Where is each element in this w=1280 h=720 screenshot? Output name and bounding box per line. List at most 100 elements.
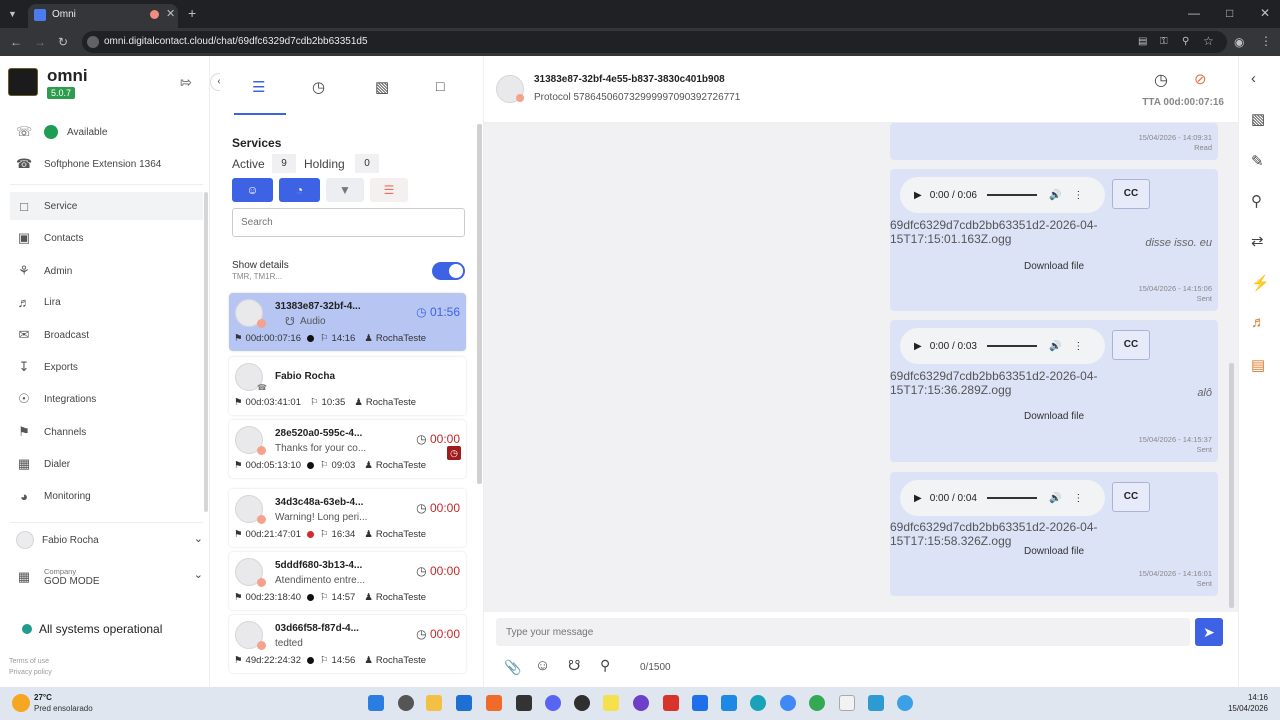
user-menu[interactable]: Fabio Rocha ⌄ <box>10 526 203 554</box>
lira-icon[interactable]: ♬ <box>1251 314 1266 331</box>
emoji-icon[interactable]: ☺ <box>535 657 550 674</box>
microphone-icon[interactable]: ☋ <box>568 657 580 674</box>
filter-menu-button[interactable]: ☰ <box>370 178 408 202</box>
app-taskbar-icon[interactable] <box>486 695 502 711</box>
nav-item-service[interactable]: □ Service <box>10 192 203 220</box>
download-file-link[interactable]: Download file <box>890 261 1218 272</box>
nav-item-integrations[interactable]: ☉ Integrations <box>10 385 203 413</box>
notes-icon[interactable]: ▤ <box>1251 356 1265 374</box>
audio-progress[interactable] <box>986 194 1037 196</box>
privacy-link[interactable]: Privacy policy <box>9 669 52 676</box>
discord-icon[interactable] <box>545 695 561 711</box>
password-key-icon[interactable]: ⚿ <box>1160 34 1168 50</box>
download-file-link[interactable]: Download file <box>890 411 1218 422</box>
nav-item-channels[interactable]: ⚑ Channels <box>10 418 203 446</box>
app-taskbar-icon[interactable] <box>868 695 884 711</box>
notepad-icon[interactable] <box>839 695 855 711</box>
chrome-icon[interactable] <box>809 695 825 711</box>
agent-status[interactable]: ☏ Available <box>10 118 203 146</box>
list-scrollbar[interactable] <box>477 124 482 484</box>
play-icon[interactable]: ▶ <box>914 341 922 352</box>
edge-icon[interactable] <box>750 695 766 711</box>
profile-icon[interactable]: ◉ <box>1234 34 1244 50</box>
audio-progress[interactable] <box>986 345 1037 347</box>
nav-item-contacts[interactable]: ▣ Contacts <box>10 224 203 252</box>
weather-icon[interactable] <box>12 694 30 712</box>
app-taskbar-icon[interactable] <box>663 695 679 711</box>
minimize-window-icon[interactable]: — <box>1188 5 1200 21</box>
tag-icon[interactable]: ⚲ <box>600 657 610 674</box>
cc-button[interactable]: CC <box>1112 179 1150 209</box>
service-card[interactable]: 03d66f58-f87d-4... tedted ◷ 00:00 ⚑ 49d:… <box>229 615 466 673</box>
file-explorer-icon[interactable] <box>426 695 442 711</box>
back-icon[interactable]: ← <box>10 34 22 50</box>
close-window-icon[interactable]: ✕ <box>1260 5 1270 21</box>
contact-card-icon[interactable]: ▧ <box>1251 110 1265 128</box>
search-taskbar-icon[interactable] <box>398 695 414 711</box>
more-options-icon[interactable]: ⋮ <box>1073 341 1083 352</box>
filter-pie-button[interactable]: ◔ <box>279 178 320 202</box>
nav-item-exports[interactable]: ↧ Exports <box>10 353 203 381</box>
tab-chats-icon[interactable]: □ <box>436 78 444 94</box>
app-taskbar-icon[interactable] <box>897 695 913 711</box>
forward-icon[interactable]: → <box>34 34 46 50</box>
download-file-link[interactable]: Download file <box>890 546 1218 557</box>
audio-player[interactable]: ▶ 0:00 / 0:03 🔊 ⋮ <box>900 328 1105 364</box>
url-bar[interactable]: omni.digitalcontact.cloud/chat/69dfc6329… <box>82 31 1227 53</box>
system-status[interactable]: All systems operational <box>22 622 162 636</box>
hide-eye-icon[interactable]: ⊘ <box>1194 70 1207 88</box>
app-taskbar-icon[interactable] <box>780 695 796 711</box>
tag-icon[interactable]: ⚲ <box>1251 192 1262 210</box>
audio-player[interactable]: ▶ 0:00 / 0:06 🔊 ⋮ <box>900 177 1105 213</box>
more-options-icon[interactable]: ⋮ <box>1073 190 1083 201</box>
history-clock-icon[interactable]: ◷ <box>1154 70 1168 90</box>
clock-time[interactable]: 14:16 <box>1248 693 1268 702</box>
show-details-toggle[interactable] <box>432 262 465 280</box>
bookmark-star-icon[interactable]: ☆ <box>1203 33 1214 49</box>
nav-item-broadcast[interactable]: ✉ Broadcast <box>10 321 203 349</box>
nav-item-lira[interactable]: ♬ Lira <box>10 288 203 316</box>
softphone-extension[interactable]: ☎ Softphone Extension 1364 <box>10 150 203 178</box>
audio-player[interactable]: ▶ 0:00 / 0:04 🔊 ⋮ <box>900 480 1105 516</box>
volume-icon[interactable]: 🔊 <box>1049 493 1061 504</box>
thread-scrollbar[interactable] <box>1229 363 1234 608</box>
collapse-panel-icon[interactable]: ‹ <box>1251 70 1256 87</box>
zoom-icon[interactable]: ⚲ <box>1182 34 1189 50</box>
message-input[interactable] <box>496 618 1190 646</box>
play-icon[interactable]: ▶ <box>914 493 922 504</box>
tab-search-icon[interactable]: ▼ <box>8 6 17 22</box>
cast-icon[interactable]: ▤ <box>1138 34 1147 50</box>
send-button[interactable]: ➤ <box>1195 618 1223 646</box>
new-tab-icon[interactable]: + <box>188 5 196 21</box>
company-selector[interactable]: ▦ Company GOD MODE ⌄ <box>10 560 203 594</box>
nav-item-dialer[interactable]: ▦ Dialer <box>10 450 203 478</box>
lightning-icon[interactable]: ⚡ <box>1251 274 1270 292</box>
volume-icon[interactable]: 🔊 <box>1049 341 1061 352</box>
github-icon[interactable] <box>633 695 649 711</box>
nav-scrollbar[interactable] <box>204 192 208 512</box>
edit-icon[interactable]: ✎ <box>1251 152 1264 170</box>
app-taskbar-icon[interactable] <box>603 695 619 711</box>
start-menu-icon[interactable] <box>368 695 384 711</box>
service-card[interactable]: 5dddf680-3b13-4... Atendimento entre... … <box>229 552 466 610</box>
terms-link[interactable]: Terms of use <box>9 658 49 665</box>
maximize-window-icon[interactable]: □ <box>1226 5 1233 21</box>
app-taskbar-icon[interactable] <box>574 695 590 711</box>
tab-list-icon[interactable]: ☰ <box>252 78 265 96</box>
service-card[interactable]: 31383e87-32bf-4... ☋ Audio ◷ 01:56 ⚑ 00d… <box>229 293 466 351</box>
browser-menu-icon[interactable]: ⋮ <box>1260 33 1272 49</box>
service-card[interactable]: 34d3c48a-63eb-4... Warning! Long peri...… <box>229 489 466 547</box>
filter-agents-button[interactable]: ☺ <box>232 178 273 202</box>
tab-close-icon[interactable]: ✕ <box>166 7 175 20</box>
service-card[interactable]: ☎ Fabio Rocha ⚑ 00d:03:41:01 ⚐ 10:35 ♟ R… <box>229 357 466 415</box>
app-taskbar-icon[interactable] <box>692 695 708 711</box>
search-input[interactable] <box>232 208 465 237</box>
logout-icon[interactable]: ⇰ <box>180 74 192 91</box>
clock-date[interactable]: 15/04/2026 <box>1228 704 1268 713</box>
app-taskbar-icon[interactable] <box>516 695 532 711</box>
nav-item-monitoring[interactable]: ◕ Monitoring <box>10 482 203 510</box>
cc-button[interactable]: CC <box>1112 330 1150 360</box>
transfer-icon[interactable]: ⇄ <box>1251 232 1264 250</box>
browser-tab[interactable]: Omni ✕ <box>28 4 178 28</box>
volume-icon[interactable]: 🔊 <box>1049 190 1061 201</box>
